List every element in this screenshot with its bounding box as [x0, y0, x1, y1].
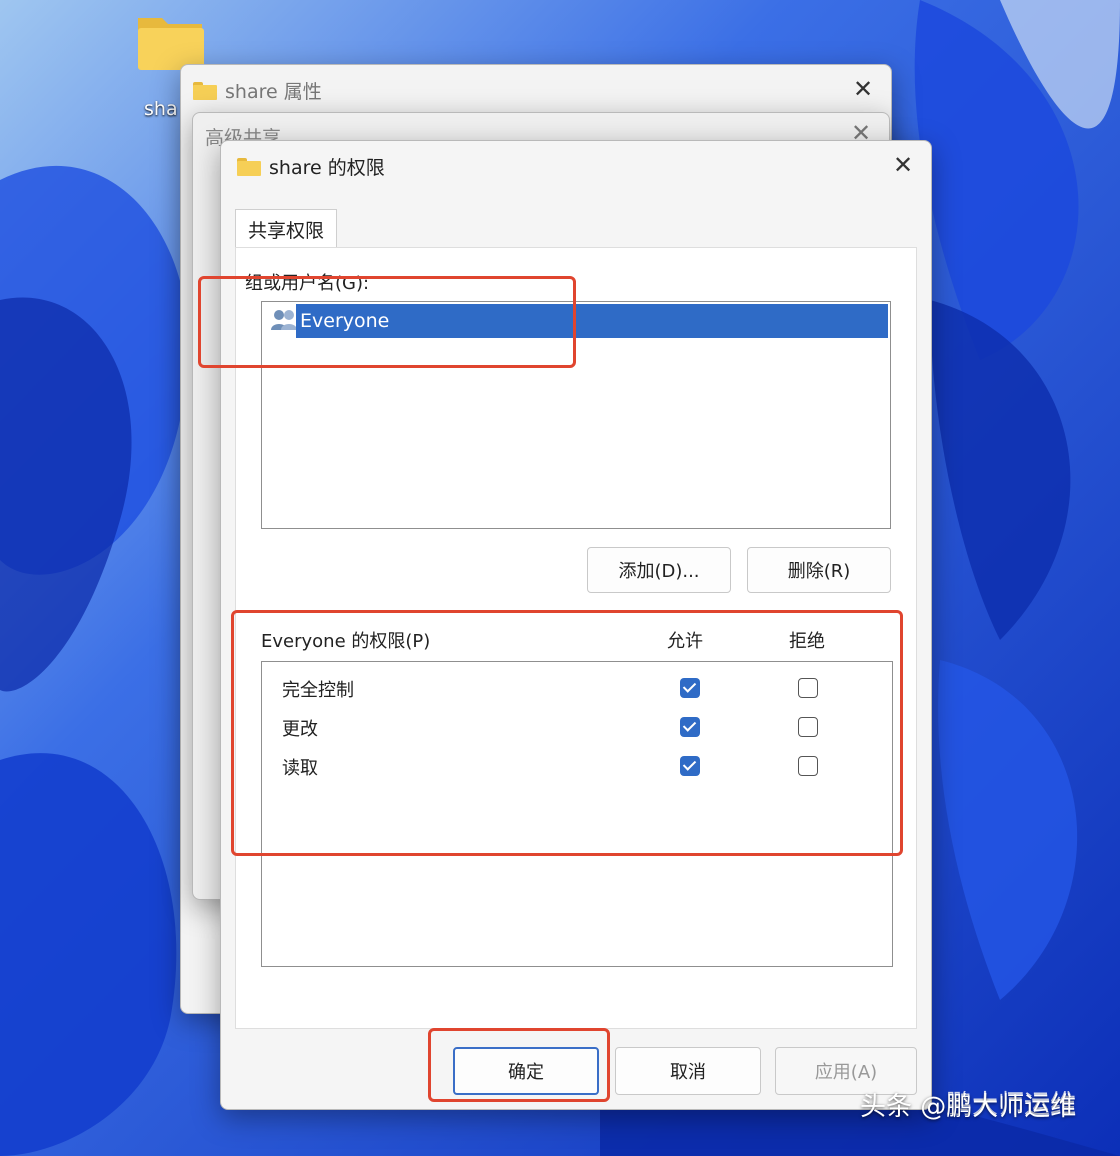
close-icon[interactable]: ✕ — [853, 77, 873, 101]
dialog-title: share 的权限 — [269, 157, 385, 179]
tab-strip: 共享权限 — [235, 209, 338, 251]
watermark: 头条 @鹏大师运维 — [860, 1092, 1077, 1122]
properties-title: share 属性 — [225, 81, 322, 103]
highlight-users — [198, 276, 576, 368]
folder-icon — [193, 81, 217, 100]
tab-share-permissions[interactable]: 共享权限 — [235, 209, 338, 251]
folder-icon — [237, 157, 261, 176]
cancel-button[interactable]: 取消 — [615, 1047, 761, 1095]
highlight-permissions — [231, 610, 903, 856]
dialog-titlebar: share 的权限 — [237, 153, 385, 180]
properties-titlebar: share 属性 — [193, 77, 322, 104]
highlight-ok-button — [428, 1028, 610, 1102]
close-icon[interactable]: ✕ — [893, 153, 913, 177]
remove-button[interactable]: 删除(R) — [747, 547, 891, 593]
add-button[interactable]: 添加(D)... — [587, 547, 731, 593]
